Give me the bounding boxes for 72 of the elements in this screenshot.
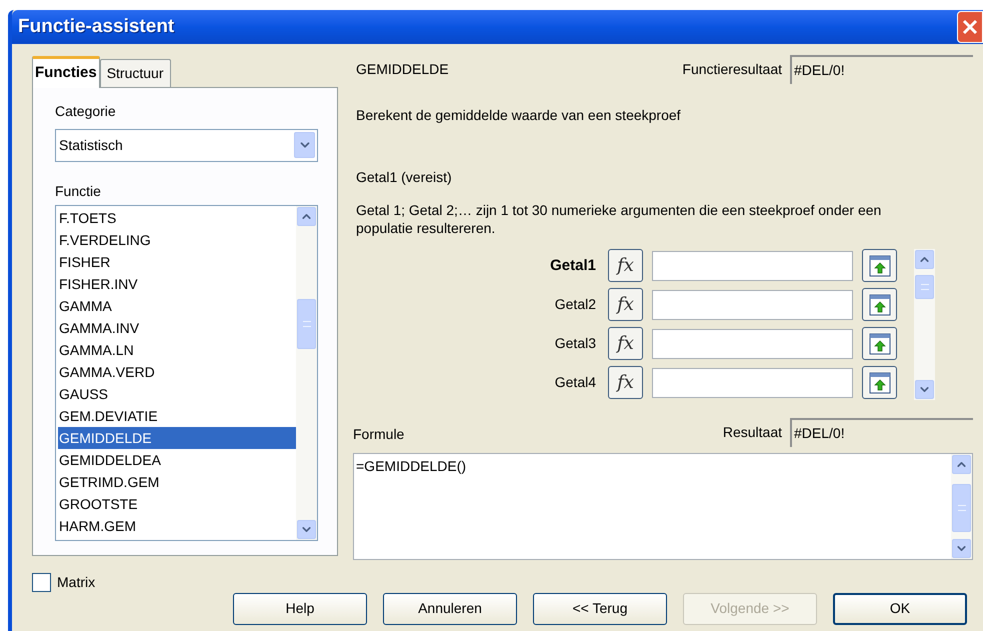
- list-item[interactable]: FISHER.INV: [58, 272, 296, 295]
- function-button[interactable]: fx: [608, 288, 643, 322]
- category-label: Categorie: [55, 102, 117, 121]
- list-item[interactable]: GETRIMD.GEM: [58, 470, 296, 493]
- formula-label: Formule: [353, 424, 404, 444]
- scrollbar-thumb[interactable]: [915, 274, 934, 299]
- list-item[interactable]: GAMMA.INV: [58, 316, 296, 339]
- function-label: Functie: [55, 182, 102, 201]
- result-label: Resultaat: [722, 422, 782, 442]
- list-item[interactable]: GEMIDDELDE: [58, 426, 296, 449]
- tab[interactable]: Functies: [32, 56, 100, 88]
- tab[interactable]: Structuur: [100, 58, 170, 87]
- dialog-button[interactable]: Help: [233, 592, 367, 625]
- scrollbar-thumb[interactable]: [297, 298, 316, 349]
- list-item[interactable]: F.VERDELING: [58, 228, 296, 251]
- formula-field[interactable]: =GEMIDDELDE(): [353, 452, 973, 560]
- shrink-window-icon: [868, 372, 890, 394]
- checkbox-label: Matrix: [57, 572, 96, 592]
- scrollbar[interactable]: [296, 206, 317, 540]
- dialog-button[interactable]: Annuleren: [383, 592, 517, 625]
- scroll-up-button[interactable]: [297, 206, 316, 226]
- argument-label: Getal3: [554, 334, 596, 354]
- argument-label: Getal1: [549, 256, 596, 276]
- function-button[interactable]: fx: [608, 366, 643, 400]
- argument-label: Getal4: [554, 373, 596, 392]
- scroll-down-button[interactable]: [915, 380, 934, 399]
- list-item[interactable]: FISHER: [58, 250, 296, 273]
- result-field: #DEL/0!: [790, 418, 973, 447]
- argument-label: Getal2: [554, 295, 596, 314]
- close-icon: [962, 18, 978, 35]
- matrix-checkbox[interactable]: [32, 572, 51, 592]
- argument-input[interactable]: [652, 290, 853, 320]
- argument-input[interactable]: [652, 368, 853, 398]
- argument-description: Getal 1; Getal 2;… zijn 1 tot 30 numerieke argumenten die een steekproef onder een populatie resultereren.: [355, 200, 882, 237]
- function-button[interactable]: fx: [608, 249, 643, 282]
- function-result-label: Functieresultaat: [682, 60, 782, 80]
- window-title: Functie-assistent: [18, 14, 174, 39]
- scrollbar[interactable]: [914, 248, 935, 400]
- list-item[interactable]: F.TOETS: [58, 206, 296, 229]
- shrink-window-icon: [868, 332, 890, 355]
- list-item[interactable]: GEMIDDELDEA: [58, 448, 296, 471]
- list-item[interactable]: GAMMA: [58, 294, 296, 317]
- list-item[interactable]: GAMMA.LN: [58, 338, 296, 361]
- list-item[interactable]: GAMMA.VERD: [58, 360, 296, 383]
- scrollbar[interactable]: [951, 454, 972, 559]
- shrink-button[interactable]: [862, 366, 897, 400]
- dialog-button[interactable]: << Terug: [533, 592, 667, 625]
- function-result-field: #DEL/0!: [790, 55, 973, 84]
- function-name: GEMIDDELDE: [356, 60, 449, 80]
- shrink-window-icon: [868, 254, 890, 277]
- close-button[interactable]: [957, 10, 983, 43]
- category-dropdown[interactable]: Statistisch: [55, 128, 318, 162]
- function-button[interactable]: fx: [608, 327, 643, 360]
- scroll-down-button[interactable]: [297, 520, 316, 539]
- scroll-up-button[interactable]: [952, 454, 971, 474]
- argument-input[interactable]: [652, 250, 853, 281]
- scroll-up-button[interactable]: [915, 250, 934, 269]
- shrink-window-icon: [868, 294, 890, 316]
- dialog-button[interactable]: OK: [833, 592, 967, 625]
- shrink-button[interactable]: [862, 288, 897, 322]
- list-item[interactable]: GEM.DEVIATIE: [58, 404, 296, 427]
- function-description: Berekent de gemiddelde waarde van een steekproef: [355, 106, 682, 125]
- scrollbar-thumb[interactable]: [952, 484, 971, 532]
- list-item[interactable]: HARM.GEM: [58, 514, 296, 537]
- shrink-button[interactable]: [862, 249, 897, 282]
- shrink-button[interactable]: [862, 327, 897, 360]
- dropdown-button[interactable]: [294, 132, 315, 158]
- list-item[interactable]: GROOTSTE: [58, 492, 296, 515]
- scroll-down-button[interactable]: [952, 538, 971, 558]
- list-item[interactable]: GAUSS: [58, 382, 296, 405]
- argument-input[interactable]: [652, 328, 853, 359]
- argument-title: Getal1 (vereist): [355, 168, 453, 187]
